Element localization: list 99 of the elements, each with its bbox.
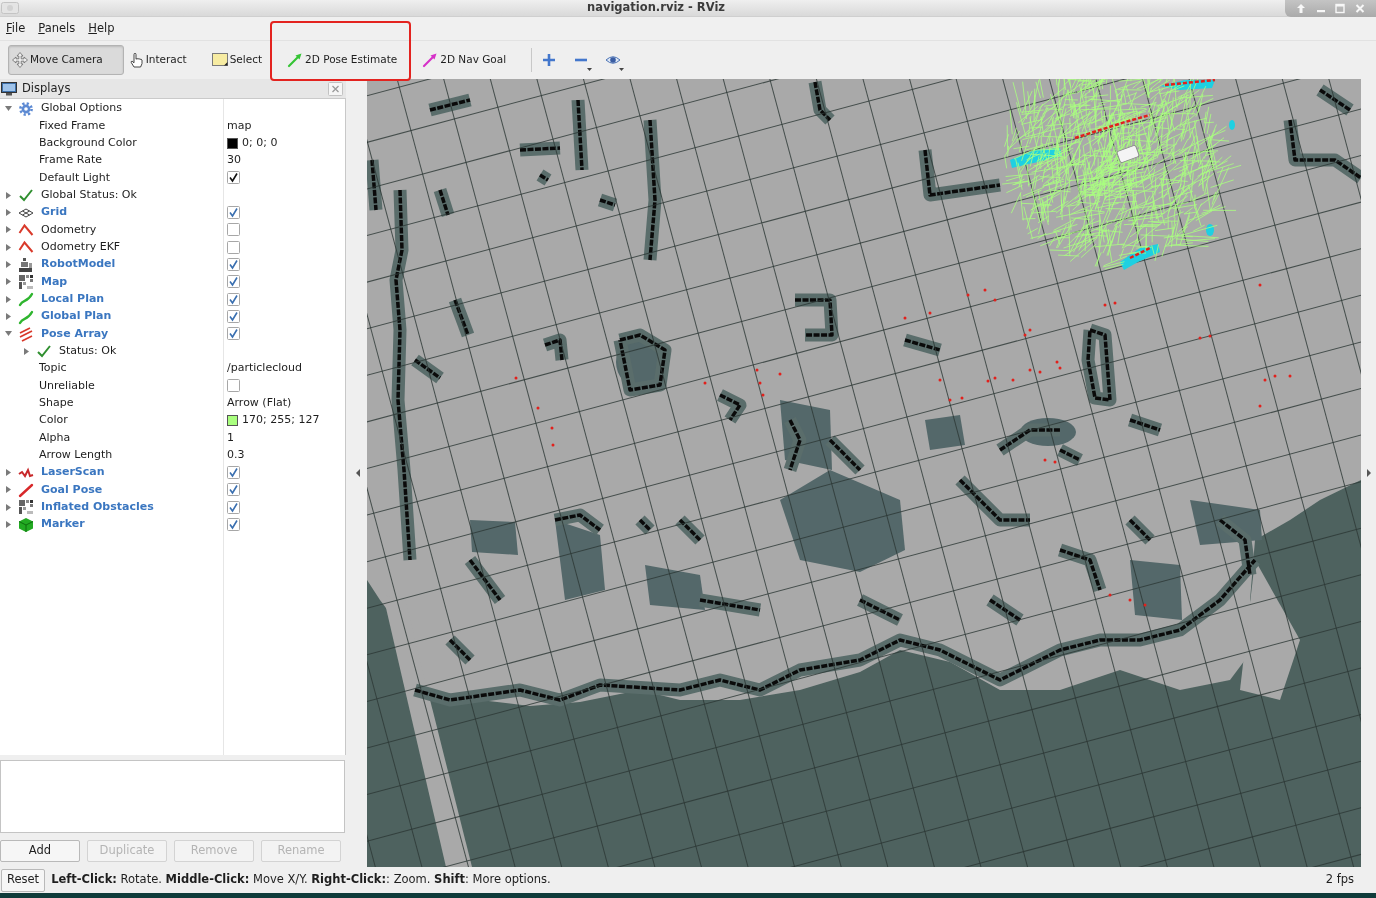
menu-item[interactable]: File	[6, 19, 26, 38]
checkbox[interactable]	[227, 379, 240, 393]
caret-icon[interactable]	[619, 68, 625, 71]
display-name[interactable]: LaserScan	[41, 464, 105, 481]
expand-arrow-icon[interactable]	[6, 521, 11, 529]
plus-icon[interactable]	[541, 52, 558, 68]
menu-item[interactable]: Help	[88, 19, 115, 38]
curve-icon	[18, 291, 34, 308]
checkbox[interactable]	[227, 275, 240, 289]
cube-icon	[18, 516, 34, 533]
property-value: map	[227, 117, 252, 134]
checkbox[interactable]	[227, 500, 240, 514]
expand-arrow-icon[interactable]	[6, 469, 11, 477]
collapse-arrow-icon[interactable]	[5, 331, 12, 337]
property-name[interactable]: Fixed Frame	[39, 117, 106, 135]
monitor-icon	[1, 81, 17, 96]
checkbox[interactable]	[227, 292, 240, 306]
checkbox[interactable]	[227, 466, 240, 480]
expand-arrow-icon[interactable]	[6, 295, 11, 303]
robot-icon	[18, 256, 34, 273]
left-triangle-icon[interactable]	[356, 469, 360, 477]
status-label[interactable]: Status: Ok	[59, 343, 117, 360]
arrow-icon	[422, 52, 439, 68]
checkbox[interactable]	[227, 206, 240, 220]
property-value: 30	[227, 152, 241, 169]
arrows-icon	[18, 325, 34, 342]
display-name[interactable]: Grid	[41, 204, 68, 221]
display-name[interactable]: Odometry	[41, 221, 97, 239]
collapse-arrow-icon[interactable]	[5, 106, 12, 112]
curve-icon	[18, 308, 34, 325]
property-name[interactable]: Default Light	[39, 169, 111, 187]
expand-arrow-icon[interactable]	[6, 243, 11, 251]
checkbox[interactable]	[227, 240, 240, 254]
caret-icon[interactable]	[587, 68, 593, 71]
property-value: /particlecloud	[227, 360, 302, 377]
arrow-icon	[287, 52, 304, 68]
expand-arrow-icon[interactable]	[24, 347, 29, 355]
property-value: 0; 0; 0	[242, 135, 278, 152]
right-triangle-icon[interactable]	[1366, 469, 1371, 477]
toolbar-button[interactable]: Interact	[123, 45, 208, 75]
checkbox[interactable]	[227, 223, 240, 237]
slash-icon	[18, 481, 34, 498]
checkbox[interactable]	[227, 327, 240, 341]
display-name[interactable]: Inflated Obstacles	[41, 498, 154, 516]
property-name[interactable]: Unreliable	[39, 377, 95, 395]
display-name[interactable]: Pose Array	[41, 325, 109, 343]
move-arrows-icon	[12, 52, 28, 68]
display-name[interactable]: Local Plan	[41, 291, 105, 308]
expand-arrow-icon[interactable]	[6, 261, 11, 269]
expand-arrow-icon[interactable]	[6, 209, 11, 217]
property-value: 1	[227, 429, 234, 446]
reset-button[interactable]: Reset	[1, 868, 46, 892]
toolbar-button[interactable]: 2D Pose Estimate	[283, 45, 419, 75]
display-name[interactable]: Map	[41, 273, 68, 291]
property-name[interactable]: Color	[39, 412, 68, 429]
toolbar-button[interactable]: 2D Nav Goal	[418, 45, 528, 75]
property-name[interactable]: Shape	[39, 395, 74, 412]
property-value: Arrow (Flat)	[227, 395, 292, 411]
map-icon	[18, 499, 34, 516]
expand-arrow-icon[interactable]	[6, 503, 11, 511]
display-name[interactable]: Global Options	[41, 100, 123, 117]
expand-arrow-icon[interactable]	[6, 226, 11, 234]
check-icon	[18, 187, 34, 204]
property-value: 0.3	[227, 446, 245, 463]
check-icon	[36, 343, 52, 360]
checkbox[interactable]	[227, 483, 240, 497]
panel-button[interactable]: Add	[0, 840, 80, 862]
menu-item[interactable]: Panels	[38, 19, 76, 38]
occupancy-map-drawing[interactable]	[367, 79, 1361, 867]
checkbox[interactable]	[227, 258, 240, 272]
expand-arrow-icon[interactable]	[6, 278, 11, 286]
expand-arrow-icon[interactable]	[6, 313, 11, 321]
panel-title: Displays	[22, 79, 72, 97]
display-name[interactable]: Goal Pose	[41, 481, 103, 499]
display-name[interactable]: Odometry EKF	[41, 239, 121, 256]
expand-arrow-icon[interactable]	[6, 486, 11, 494]
checkbox[interactable]	[227, 171, 240, 185]
rectangle-select-icon	[211, 52, 228, 68]
fps-counter: 2 fps	[1325, 871, 1354, 889]
toolbar-button[interactable]: Select	[207, 45, 284, 75]
property-name[interactable]: Arrow Length	[39, 446, 113, 464]
expand-arrow-icon[interactable]	[6, 191, 11, 199]
close-icon[interactable]	[328, 81, 343, 96]
property-name[interactable]: Frame Rate	[39, 152, 102, 169]
map-icon	[18, 273, 34, 290]
checkbox[interactable]	[227, 310, 240, 324]
display-name[interactable]: RobotModel	[41, 256, 116, 273]
property-value: 170; 255; 127	[242, 412, 320, 429]
toolbar-button[interactable]: Move Camera	[8, 45, 124, 75]
status-label[interactable]: Global Status: Ok	[41, 187, 137, 204]
property-name[interactable]: Background Color	[39, 135, 137, 152]
checkbox[interactable]	[227, 518, 240, 532]
chevron-icon	[18, 221, 34, 238]
property-name[interactable]: Alpha	[39, 429, 71, 447]
display-name[interactable]: Marker	[41, 516, 85, 533]
window-title: navigation.rviz - RViz	[586, 2, 725, 14]
display-name[interactable]: Global Plan	[41, 308, 112, 325]
status-hint: Left-Click: Rotate. Middle-Click: Move X/Y. Right-Click:: Zoom. Shift: More options.	[51, 871, 551, 889]
property-name[interactable]: Topic	[39, 360, 67, 377]
